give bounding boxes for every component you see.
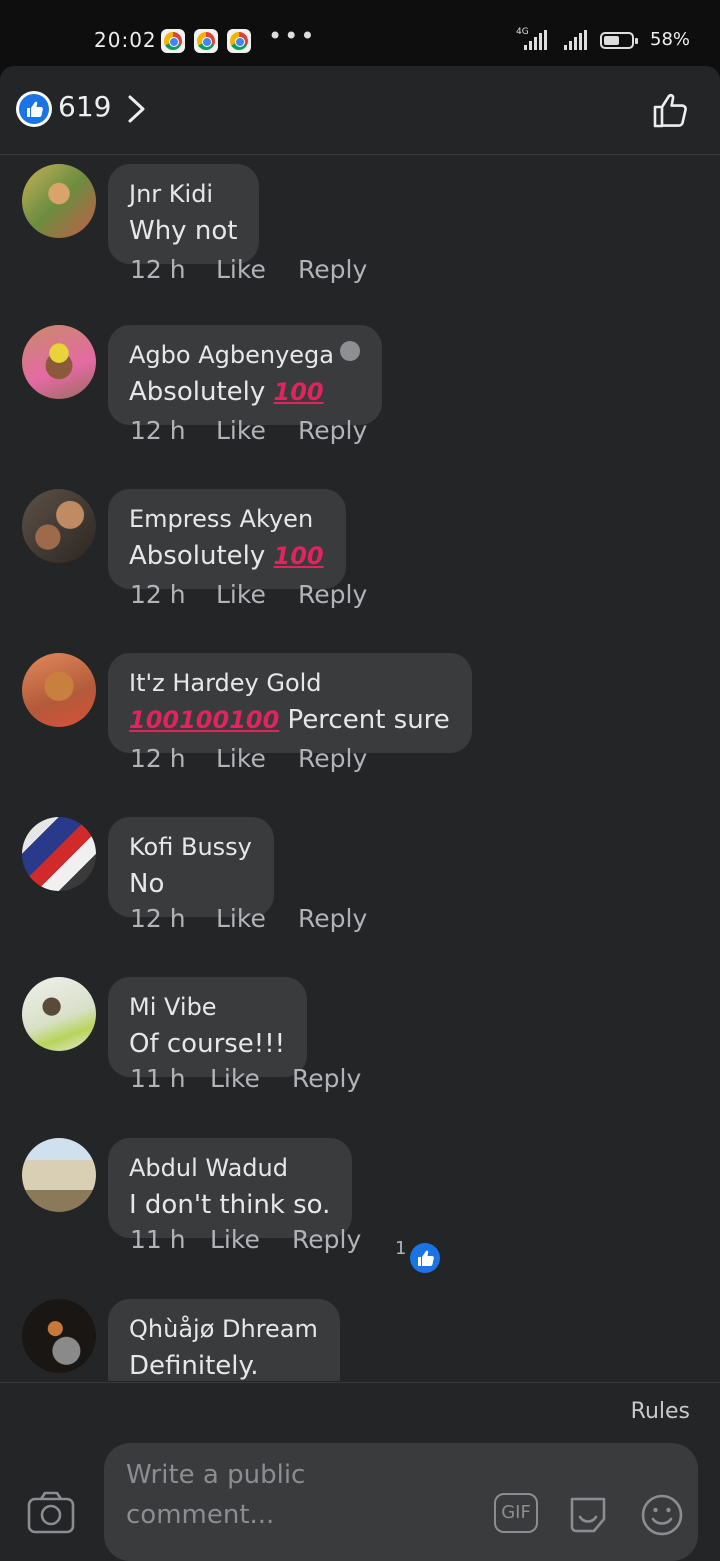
comment-bubble[interactable]: Agbo Agbenyega Absolutely 100 <box>108 325 382 425</box>
comment-bubble[interactable]: Empress Akyen Absolutely 100 <box>108 489 346 589</box>
comment-text: Absolutely 100 <box>129 541 324 571</box>
avatar[interactable] <box>22 164 96 238</box>
avatar[interactable] <box>22 325 96 399</box>
chevron-right-icon[interactable] <box>124 94 150 124</box>
comment-text: No <box>129 869 165 899</box>
rules-link[interactable]: Rules <box>631 1399 690 1424</box>
avatar[interactable] <box>22 817 96 891</box>
thumbs-up-icon[interactable] <box>410 1243 440 1273</box>
comment-bubble[interactable]: Abdul Wadud I don't think so. <box>108 1138 353 1238</box>
comment-item: Kofi Bussy No 12 h Like Reply <box>0 808 720 968</box>
signal-icon <box>524 30 547 50</box>
hundred-points-icon: 100100100 <box>129 706 280 734</box>
commenter-name[interactable]: Abdul Wadud <box>129 1150 330 1186</box>
avatar[interactable] <box>22 653 96 727</box>
comment-list: Jnr Kidi Why not 12 h Like Reply Agbo Agbe… <box>0 155 720 1381</box>
comment-composer: Rules Write a public comment... GIF <box>0 1382 720 1561</box>
commenter-name[interactable]: Kofi Bussy <box>129 829 252 865</box>
chrome-icon <box>227 29 251 53</box>
battery-percent: 58% <box>650 29 691 50</box>
comment-time: 11 h <box>130 1064 186 1093</box>
comment-text: Of course!!! <box>129 1029 286 1059</box>
avatar[interactable] <box>22 1299 96 1373</box>
comment-text: Absolutely 100 <box>129 377 324 407</box>
like-button[interactable]: Like <box>216 255 298 284</box>
comment-bubble[interactable]: Mi Vibe Of course!!! <box>108 977 308 1077</box>
commenter-name[interactable]: Mi Vibe <box>129 989 285 1025</box>
avatar[interactable] <box>22 977 96 1051</box>
comment-text: Why not <box>129 216 238 246</box>
chrome-icon <box>194 29 218 53</box>
commenter-name[interactable]: Qhùåjø Dhream <box>129 1311 318 1347</box>
comment-actions: 12 h Like Reply <box>130 416 367 445</box>
comment-bubble[interactable]: It'z Hardey Gold 100100100 Percent sure <box>108 653 472 753</box>
thumbs-up-icon[interactable] <box>16 91 52 127</box>
comment-actions: 11 h Like Reply <box>130 1225 361 1254</box>
camera-icon[interactable] <box>26 1491 76 1535</box>
reply-button[interactable]: Reply <box>292 1225 361 1254</box>
waving-hand-icon <box>339 341 360 361</box>
emoji-icon[interactable] <box>640 1493 684 1537</box>
chrome-icon <box>161 29 185 53</box>
reply-button[interactable]: Reply <box>298 580 367 609</box>
like-count[interactable]: 619 <box>58 90 111 123</box>
comment-placeholder: Write a public comment... <box>126 1460 306 1530</box>
commenter-name[interactable]: Jnr Kidi <box>129 176 237 212</box>
hundred-points-icon: 100 <box>273 542 324 570</box>
comment-item: It'z Hardey Gold 100100100 Percent sure … <box>0 644 720 804</box>
comment-item: Empress Akyen Absolutely 100 12 h Like Rep… <box>0 480 720 640</box>
reply-button[interactable]: Reply <box>292 1064 361 1093</box>
commenter-name[interactable]: Agbo Agbenyega <box>129 337 360 373</box>
like-button[interactable]: Like <box>216 416 298 445</box>
like-button[interactable]: Like <box>216 580 298 609</box>
reply-button[interactable]: Reply <box>298 416 367 445</box>
comments-sheet: 619 Jnr Kidi Why not 12 h Like Reply Agbo … <box>0 66 720 1561</box>
avatar[interactable] <box>22 1138 96 1212</box>
comment-actions: 12 h Like Reply <box>130 904 367 933</box>
comment-actions: 12 h Like Reply <box>130 744 367 773</box>
comments-header: 619 <box>0 66 720 155</box>
gif-button[interactable]: GIF <box>494 1493 538 1533</box>
status-bar: 20:02 ••• 4G 58% <box>0 0 720 66</box>
like-button[interactable]: Like <box>216 904 298 933</box>
like-button[interactable]: Like <box>210 1064 292 1093</box>
comment-bubble[interactable]: Qhùåjø Dhream Definitely. <box>108 1299 340 1381</box>
comment-time: 12 h <box>130 416 186 445</box>
comment-time: 12 h <box>130 744 186 773</box>
commenter-name[interactable]: Empress Akyen <box>129 501 324 537</box>
reaction-count[interactable]: 1 <box>395 1238 406 1259</box>
comment-item: Qhùåjø Dhream Definitely. <box>0 1290 720 1381</box>
comment-text: Definitely. <box>129 1351 259 1381</box>
comment-actions: 11 h Like Reply <box>130 1064 361 1093</box>
sticker-icon[interactable] <box>566 1493 610 1535</box>
comment-item: Jnr Kidi Why not 12 h Like Reply <box>0 155 720 315</box>
comment-actions: 12 h Like Reply <box>130 255 367 284</box>
thumbs-up-outline-icon[interactable] <box>650 90 690 130</box>
avatar[interactable] <box>22 489 96 563</box>
comment-actions: 12 h Like Reply <box>130 580 367 609</box>
comment-item: Abdul Wadud I don't think so. 11 h Like Re… <box>0 1129 720 1289</box>
comment-time: 12 h <box>130 255 186 284</box>
more-notifications-icon: ••• <box>268 22 317 50</box>
hundred-points-icon: 100 <box>273 378 324 406</box>
comment-item: Mi Vibe Of course!!! 11 h Like Reply <box>0 968 720 1128</box>
commenter-name[interactable]: It'z Hardey Gold <box>129 665 450 701</box>
reply-button[interactable]: Reply <box>298 744 367 773</box>
comment-text: 100100100 Percent sure <box>129 705 450 735</box>
status-time: 20:02 <box>94 28 157 52</box>
comment-time: 11 h <box>130 1225 186 1254</box>
battery-icon <box>600 32 638 49</box>
reply-button[interactable]: Reply <box>298 255 367 284</box>
comment-bubble[interactable]: Kofi Bussy No <box>108 817 274 917</box>
comment-time: 12 h <box>130 580 186 609</box>
reply-button[interactable]: Reply <box>298 904 367 933</box>
like-button[interactable]: Like <box>210 1225 292 1254</box>
comment-bubble[interactable]: Jnr Kidi Why not <box>108 164 260 264</box>
comment-time: 12 h <box>130 904 186 933</box>
comment-item: Agbo Agbenyega Absolutely 100 12 h Like Re… <box>0 316 720 476</box>
signal-icon <box>564 30 587 50</box>
like-button[interactable]: Like <box>216 744 298 773</box>
comment-text: I don't think so. <box>129 1190 331 1220</box>
